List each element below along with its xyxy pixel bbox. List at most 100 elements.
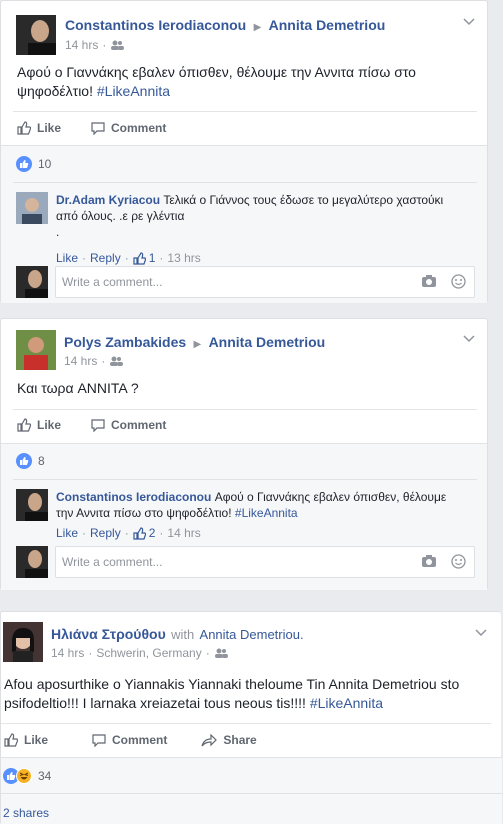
divider — [1, 723, 491, 724]
camera-icon[interactable] — [421, 274, 437, 288]
thumbs-up-icon — [4, 733, 18, 747]
comment-like-count[interactable]: 1 — [149, 250, 156, 266]
post-header: Constantinos Ierodiaconou ▶ Annita Demet… — [65, 17, 385, 33]
commenter-avatar[interactable] — [16, 489, 48, 521]
comment-button[interactable]: Comment — [92, 733, 167, 747]
post-text: Afou aposurthike o Yiannakis Yiannaki th… — [4, 675, 484, 713]
with-text: with — [171, 627, 195, 642]
like-reaction-icon — [16, 156, 32, 172]
comment-icon — [91, 418, 105, 432]
comment-extra: . — [56, 225, 60, 239]
divider — [13, 479, 477, 480]
target-name[interactable]: Annita Demetriou — [269, 17, 386, 33]
author-avatar[interactable] — [16, 330, 56, 370]
comment-author[interactable]: Constantinos Ierodiaconou — [56, 490, 211, 504]
chevron-down-icon[interactable] — [475, 626, 487, 640]
author-avatar[interactable] — [16, 15, 56, 55]
avatar-photo-icon — [16, 546, 48, 578]
thumbs-up-icon — [133, 251, 146, 265]
comment-button[interactable]: Comment — [91, 418, 166, 432]
friends-icon[interactable] — [110, 40, 125, 50]
comment-icon — [91, 121, 105, 135]
like-label: Like — [37, 121, 62, 135]
comment-like-link[interactable]: Like — [56, 250, 78, 266]
share-label: Share — [223, 733, 257, 747]
comment-button[interactable]: Comment — [91, 121, 166, 135]
comment-like-link[interactable]: Like — [56, 525, 78, 541]
post-text: Αφού ο Γιαννάκης εβαλεν όπισθεν, θέλουμε… — [17, 63, 477, 101]
post-meta: 14 hrs · Schwerin, Germany · — [51, 646, 228, 660]
input-icons — [421, 274, 466, 289]
like-button[interactable]: Like — [4, 733, 48, 747]
like-count[interactable]: 8 — [16, 453, 45, 469]
comment-time[interactable]: 13 hrs — [167, 250, 200, 266]
comment-like-count[interactable]: 2 — [149, 525, 156, 541]
comment-label: Comment — [111, 121, 167, 135]
like-count[interactable]: 10 — [16, 156, 51, 172]
post-time[interactable]: 14 hrs — [51, 646, 84, 660]
author-avatar[interactable] — [3, 622, 43, 662]
author-name[interactable]: Polys Zambakides — [64, 334, 186, 350]
comment-input[interactable]: Write a comment... — [55, 266, 475, 298]
haha-reaction-icon — [16, 768, 32, 784]
camera-icon[interactable] — [421, 554, 437, 568]
friends-icon[interactable] — [109, 356, 124, 366]
avatar-photo-icon — [16, 266, 48, 298]
post-header: Ηλιάνα Στρούθου with Annita Demetriou. — [51, 626, 304, 642]
emoji-icon[interactable] — [451, 554, 466, 569]
divider — [1, 793, 502, 794]
reaction-count[interactable]: 34 — [3, 768, 51, 784]
like-count-number: 10 — [38, 157, 52, 171]
post-text-body: Afou aposurthike o Yiannakis Yiannaki th… — [4, 676, 460, 711]
post-header: Polys Zambakides ▶ Annita Demetriou — [64, 334, 325, 350]
thumbs-up-icon — [17, 418, 31, 432]
post-actions: Like Comment — [17, 121, 196, 135]
my-avatar — [16, 546, 48, 578]
chevron-down-icon[interactable] — [463, 15, 475, 29]
target-name[interactable]: Annita Demetriou — [209, 334, 326, 350]
like-count-number: 8 — [38, 454, 45, 468]
divider — [13, 111, 477, 112]
avatar-photo-icon — [16, 192, 48, 224]
post-meta: 14 hrs · — [64, 354, 124, 368]
hashtag-link[interactable]: #LikeAnnita — [235, 506, 298, 520]
hashtag-link[interactable]: #LikeAnnita — [310, 695, 383, 711]
like-button[interactable]: Like — [17, 418, 61, 432]
avatar-photo-icon — [16, 15, 56, 55]
shares-link[interactable]: 2 shares — [3, 806, 49, 820]
emoji-icon[interactable] — [451, 274, 466, 289]
like-label: Like — [37, 418, 62, 432]
share-button[interactable]: Share — [201, 733, 257, 747]
comment-item: Dr.Adam Kyriacou Τελικά ο Γιάννος τους έ… — [56, 192, 456, 266]
comment-label: Comment — [112, 733, 168, 747]
reaction-count-number: 34 — [38, 769, 52, 783]
like-button[interactable]: Like — [17, 121, 61, 135]
my-avatar — [16, 266, 48, 298]
comment-author[interactable]: Dr.Adam Kyriacou — [56, 193, 160, 207]
chevron-down-icon[interactable] — [463, 332, 475, 346]
avatar-photo-icon — [3, 622, 43, 662]
divider — [13, 409, 477, 410]
post-actions: Like Comment — [17, 418, 196, 432]
author-name[interactable]: Ηλιάνα Στρούθου — [51, 626, 166, 642]
avatar-photo-icon — [16, 489, 48, 521]
hashtag-link[interactable]: #LikeAnnita — [97, 83, 170, 99]
post-location[interactable]: Schwerin, Germany — [96, 646, 201, 660]
comment-input-placeholder: Write a comment... — [62, 555, 163, 569]
post-meta: 14 hrs · — [65, 38, 125, 52]
post-time[interactable]: 14 hrs — [64, 354, 97, 368]
friends-icon[interactable] — [214, 648, 228, 658]
comment-time[interactable]: 14 hrs — [167, 525, 200, 541]
like-label: Like — [24, 733, 49, 747]
comment-reply-link[interactable]: Reply — [90, 525, 121, 541]
commenter-avatar[interactable] — [16, 192, 48, 224]
comment-item: Constantinos Ierodiaconou Αφού ο Γιαννάκ… — [56, 489, 466, 541]
comment-input-placeholder: Write a comment... — [62, 275, 163, 289]
comment-reply-link[interactable]: Reply — [90, 250, 121, 266]
post-time[interactable]: 14 hrs — [65, 38, 98, 52]
target-name[interactable]: Annita Demetriou. — [200, 627, 304, 642]
comments-area — [1, 757, 502, 824]
post-actions: Like Comment Share — [4, 733, 287, 747]
author-name[interactable]: Constantinos Ierodiaconou — [65, 17, 246, 33]
comment-input[interactable]: Write a comment... — [55, 546, 475, 578]
